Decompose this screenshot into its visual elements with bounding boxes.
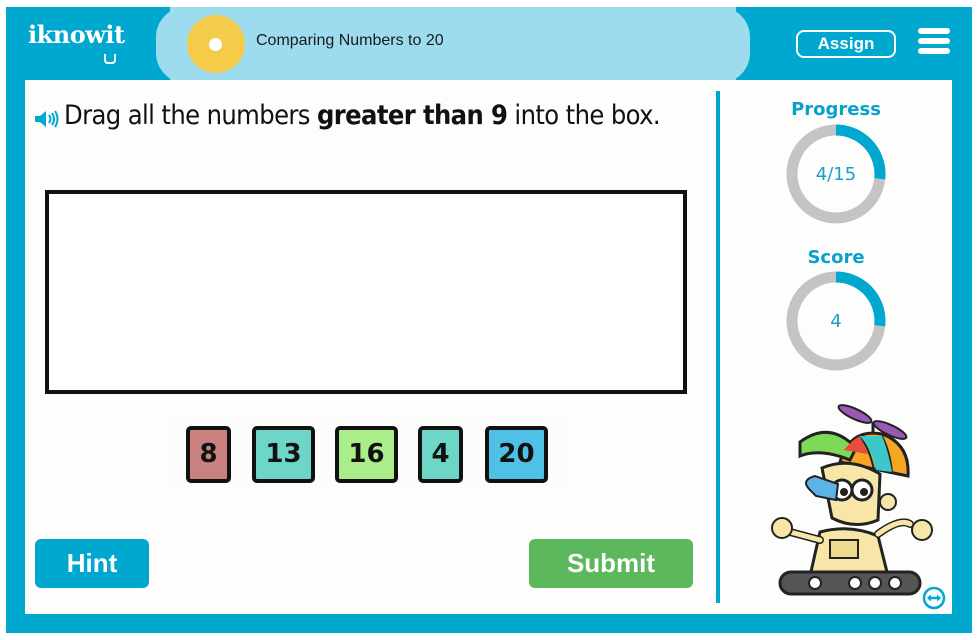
lesson-title-bar: [156, 7, 750, 83]
iknowit-logo[interactable]: iknowit: [28, 20, 125, 49]
number-tile[interactable]: 8: [186, 426, 231, 483]
menu-bar: [918, 48, 950, 54]
progress-label: Progress: [791, 99, 881, 120]
swap-arrows-icon[interactable]: [922, 586, 946, 610]
assign-button[interactable]: Assign: [796, 30, 896, 58]
menu-bar: [918, 28, 950, 34]
number-tile[interactable]: 16: [335, 426, 398, 483]
speaker-icon[interactable]: [34, 109, 60, 129]
answer-drop-box[interactable]: [45, 190, 687, 394]
menu-bar: [918, 38, 950, 44]
score-value: 4: [830, 311, 842, 332]
progress-value: 4/15: [815, 164, 857, 185]
hamburger-menu-icon[interactable]: [918, 28, 950, 56]
panel-divider: [716, 91, 720, 603]
lightbulb-icon: [104, 54, 116, 64]
robot-mascot-icon: [771, 404, 933, 596]
number-tile[interactable]: 4: [418, 426, 463, 483]
number-tile[interactable]: 20: [485, 426, 548, 483]
question-prefix: Drag all the numbers: [64, 100, 317, 131]
score-label: Score: [807, 247, 865, 268]
question-text: Drag all the numbers greater than 9 into…: [64, 100, 704, 132]
hint-button[interactable]: Hint: [35, 539, 149, 588]
lesson-title: Comparing Numbers to 20: [256, 32, 444, 49]
logo-text: iknowit: [28, 20, 125, 49]
question-emphasis: greater than 9: [316, 100, 508, 131]
number-tile[interactable]: 13: [252, 426, 315, 483]
lesson-dot-icon: [187, 15, 245, 73]
question-suffix: into the box.: [507, 100, 660, 131]
submit-button[interactable]: Submit: [529, 539, 693, 588]
